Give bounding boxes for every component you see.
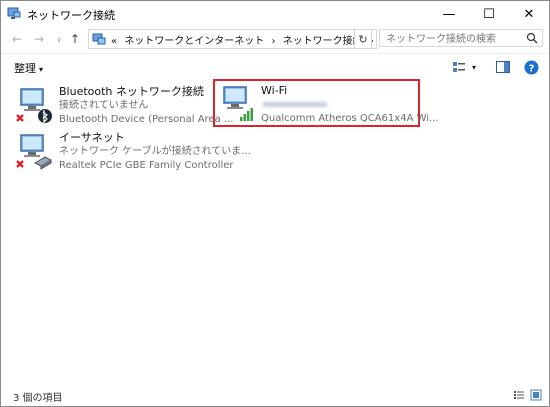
command-bar: 整理 ▾ ▾ ? [1, 53, 549, 80]
connection-name: Wi-Fi [261, 84, 288, 97]
refresh-button[interactable]: ↻ [354, 29, 372, 49]
help-glyph: ? [528, 63, 534, 74]
network-folder-icon [92, 33, 106, 45]
organize-label: 整理 [14, 62, 36, 75]
connection-item-wifi[interactable]: Wi-Fi Qualcomm Atheros QCA61x4A Wi... [213, 79, 439, 127]
connection-device: Qualcomm Atheros QCA61x4A Wi... [261, 113, 439, 124]
preview-pane-button[interactable] [495, 59, 511, 75]
ethernet-network-icon [16, 134, 53, 170]
back-button[interactable]: ← [9, 30, 25, 48]
help-button[interactable]: ? [523, 59, 539, 75]
search-input[interactable] [384, 31, 528, 47]
connection-text: Bluetooth ネットワーク接続 接続されていません Bluetooth D… [59, 85, 233, 127]
bluetooth-network-icon [16, 88, 52, 124]
view-options-icon [452, 62, 465, 72]
large-icons-view-icon[interactable] [530, 389, 542, 401]
details-view-icon[interactable] [513, 389, 525, 401]
recent-locations-button[interactable]: ∨ [51, 30, 67, 48]
title-bar: ネットワーク接続 — ☐ ✕ [1, 1, 549, 27]
connection-name: イーサネット [59, 131, 125, 144]
network-connections-app-icon [7, 7, 21, 19]
preview-pane-icon [496, 61, 510, 73]
up-button[interactable]: ↑ [67, 30, 83, 48]
search-icon[interactable] [526, 32, 538, 44]
redacted-ssid [263, 102, 327, 107]
search-box[interactable] [379, 29, 543, 47]
breadcrumb-separator[interactable]: › [272, 36, 276, 47]
breadcrumb-item-network-connections[interactable]: ネットワーク接続 [283, 36, 363, 47]
connection-ssid-redacted [261, 98, 439, 112]
connection-device: Bluetooth Device (Personal Area ... [59, 114, 234, 125]
connection-text: イーサネット ネットワーク ケーブルが接続されていま... Realtek PC… [59, 131, 251, 173]
breadcrumb-item-network-internet[interactable]: ネットワークとインターネット [124, 36, 264, 47]
connection-status: 接続されていません [59, 100, 149, 111]
connection-name: Bluetooth ネットワーク接続 [59, 85, 204, 98]
connection-device: Realtek PCIe GBE Family Controller [59, 160, 234, 171]
window-title: ネットワーク接続 [27, 9, 115, 22]
address-bar[interactable]: « ネットワークとインターネット › ネットワーク接続 › [88, 29, 377, 49]
connection-text: Wi-Fi Qualcomm Atheros QCA61x4A Wi... [261, 84, 439, 126]
connection-item-ethernet[interactable]: イーサネット ネットワーク ケーブルが接続されていま... Realtek PC… [15, 131, 251, 177]
wifi-network-icon [223, 86, 253, 121]
maximize-button[interactable]: ☐ [469, 1, 509, 27]
minimize-button[interactable]: — [429, 1, 469, 27]
organize-menu-button[interactable]: 整理 ▾ [14, 60, 43, 76]
connection-item-bluetooth[interactable]: Bluetooth ネットワーク接続 接続されていません Bluetooth D… [15, 85, 233, 131]
breadcrumb: « ネットワークとインターネット › ネットワーク接続 › [111, 32, 378, 47]
close-button[interactable]: ✕ [509, 1, 549, 27]
status-bar: 3 個の項目 [1, 384, 549, 406]
chevron-down-icon: ▾ [39, 65, 44, 74]
connection-status: ネットワーク ケーブルが接続されていま... [59, 146, 251, 157]
chevron-down-icon: ▾ [471, 62, 476, 72]
breadcrumb-overflow[interactable]: « [111, 36, 117, 47]
change-view-button[interactable]: ▾ [449, 59, 479, 75]
network-connections-window: ネットワーク接続 — ☐ ✕ ← → ∨ ↑ « ネットワークとインターネット … [0, 0, 550, 407]
help-icon: ? [524, 60, 538, 74]
forward-button[interactable]: → [31, 30, 47, 48]
connections-list: Bluetooth ネットワーク接続 接続されていません Bluetooth D… [1, 79, 549, 384]
item-count: 3 個の項目 [13, 393, 63, 404]
